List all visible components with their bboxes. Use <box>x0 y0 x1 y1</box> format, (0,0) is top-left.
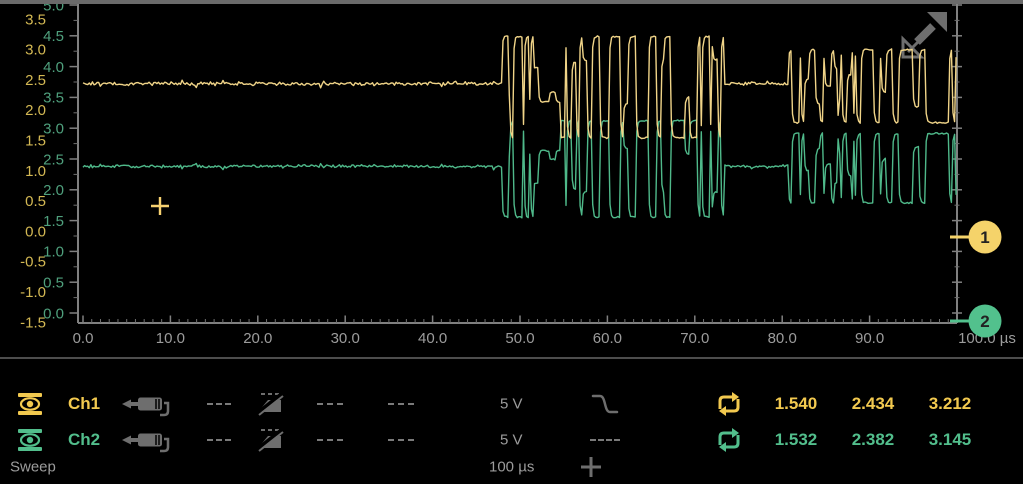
svg-text:1.0: 1.0 <box>43 244 64 261</box>
svg-text:4.0: 4.0 <box>43 59 64 76</box>
scope-plot-svg: 3.53.02.52.01.51.00.50.0-0.5-1.0-1.55.04… <box>0 0 1023 360</box>
svg-text:10.0: 10.0 <box>156 330 185 347</box>
svg-text:1.5: 1.5 <box>43 213 64 230</box>
svg-text:30.0: 30.0 <box>331 330 360 347</box>
svg-text:80.0: 80.0 <box>768 330 797 347</box>
channel-control-panel: Profile Probe Peak/Filter Invert Couplin… <box>0 359 1023 484</box>
svg-text:0.0: 0.0 <box>73 330 94 347</box>
ch2-min-value: 1.532 <box>754 430 838 450</box>
ch2-refresh-icon[interactable] <box>715 426 743 454</box>
ch1-filter-off-icon[interactable] <box>254 392 284 416</box>
svg-text:-1.0: -1.0 <box>20 284 46 301</box>
ch1-label[interactable]: Ch1 <box>68 394 100 414</box>
ch2-label[interactable]: Ch2 <box>68 430 100 450</box>
ch1-max-value: 3.212 <box>908 394 992 414</box>
ch1-invert-off-dashes[interactable] <box>317 403 343 405</box>
svg-text:0.0: 0.0 <box>43 305 64 322</box>
ch2-visibility-eye-icon[interactable] <box>15 428 45 452</box>
ch1-trace <box>83 36 956 139</box>
oscilloscope-app: 3.53.02.52.01.51.00.50.0-0.5-1.0-1.55.04… <box>0 0 1023 484</box>
top-strip <box>0 0 1023 4</box>
svg-text:90.0: 90.0 <box>855 330 884 347</box>
ch2-max-value: 3.145 <box>908 430 992 450</box>
ch1-trigger-falling-edge-icon[interactable] <box>591 393 619 415</box>
svg-text:20.0: 20.0 <box>243 330 272 347</box>
svg-text:-0.5: -0.5 <box>20 254 46 271</box>
svg-text:2.0: 2.0 <box>43 182 64 199</box>
svg-text:2.5: 2.5 <box>43 151 64 168</box>
scope-display[interactable]: 3.53.02.52.01.51.00.50.0-0.5-1.0-1.55.04… <box>0 0 1023 360</box>
ch2-badge[interactable]: 2 <box>969 305 1002 338</box>
ch2-probe-icon[interactable] <box>120 425 174 455</box>
svg-text:70.0: 70.0 <box>680 330 709 347</box>
ch2-peak-off-dashes[interactable] <box>207 439 231 441</box>
ch1-visibility-eye-icon[interactable] <box>15 392 45 416</box>
ch1-refresh-icon[interactable] <box>715 390 743 418</box>
svg-text:-1.5: -1.5 <box>20 314 46 331</box>
ch1-min-value: 1.540 <box>754 394 838 414</box>
svg-text:40.0: 40.0 <box>418 330 447 347</box>
sweep-label: Sweep <box>10 459 56 476</box>
ch1-badge[interactable]: 1 <box>969 221 1002 254</box>
ch1-badge-label: 1 <box>980 228 989 247</box>
ch2-live-value: 2.382 <box>831 430 915 450</box>
ch1-probe-icon[interactable] <box>120 389 174 419</box>
svg-text:0.5: 0.5 <box>43 275 64 292</box>
ch1-peak-off-dashes[interactable] <box>207 403 231 405</box>
sweep-timebase-value[interactable]: 100 µs <box>489 459 534 476</box>
ch2-coupling-off-dashes[interactable] <box>388 439 414 441</box>
ch2-invert-off-dashes[interactable] <box>317 439 343 441</box>
svg-text:4.5: 4.5 <box>43 28 64 45</box>
ch1-scale-value[interactable]: 5 V <box>500 396 523 413</box>
ch1-coupling-off-dashes[interactable] <box>388 403 414 405</box>
ch1-live-value: 2.434 <box>831 394 915 414</box>
ch2-trigger-off-dashes[interactable] <box>590 439 620 441</box>
svg-text:60.0: 60.0 <box>593 330 622 347</box>
svg-text:3.5: 3.5 <box>43 90 64 107</box>
svg-text:50.0: 50.0 <box>505 330 534 347</box>
ch2-filter-off-icon[interactable] <box>254 428 284 452</box>
sweep-add-trigger-plus-icon[interactable] <box>580 456 602 478</box>
svg-text:3.0: 3.0 <box>43 121 64 138</box>
ch2-trace <box>83 120 956 218</box>
ch2-badge-label: 2 <box>980 312 989 331</box>
ch2-scale-value[interactable]: 5 V <box>500 432 523 449</box>
